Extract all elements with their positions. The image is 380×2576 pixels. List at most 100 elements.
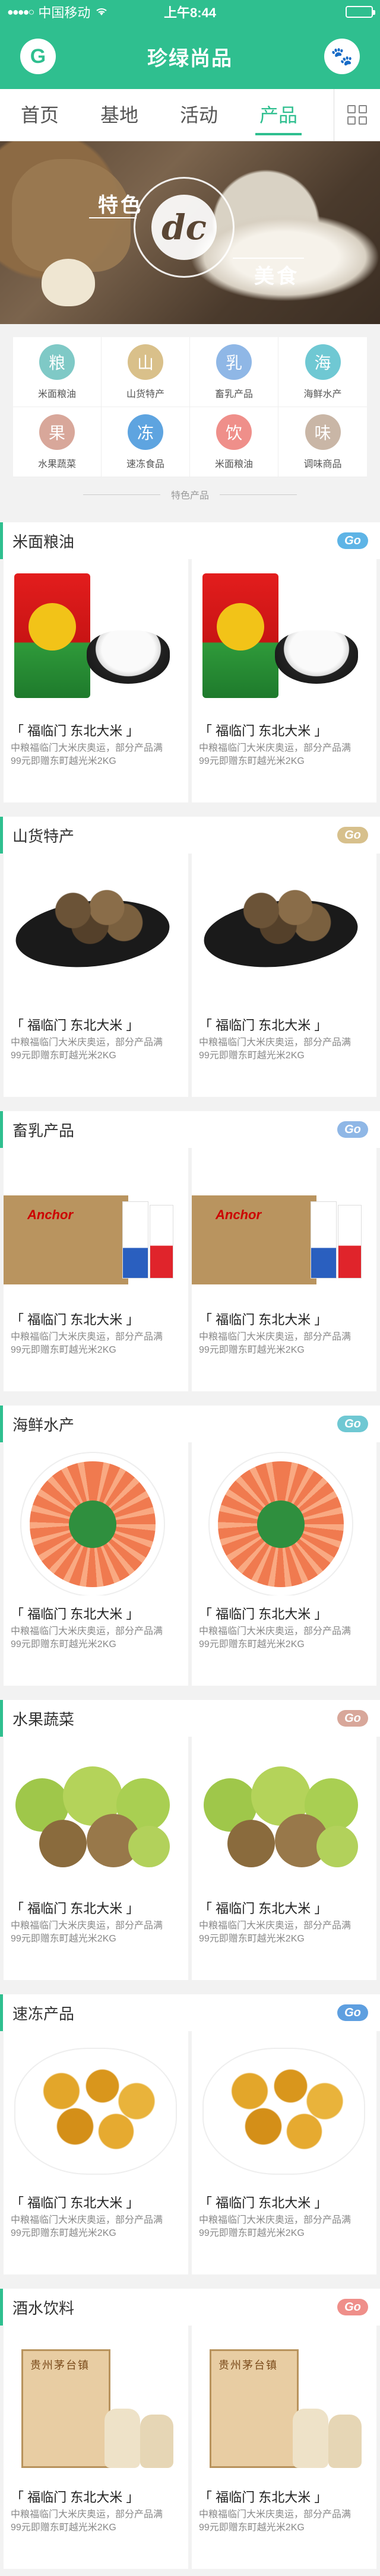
category-icon: 果 [39,414,75,450]
product-image[interactable] [192,1148,376,1301]
product-desc-line: 99元即赠东町越光米2KG [11,1345,116,1355]
product-description: 中粮福临门大米庆奥运，部分产品满 99元即赠东町越光米2KG [4,1920,188,1946]
section-title: 酒水饮料 [12,2299,75,2317]
product-desc-line: 99元即赠东町越光米2KG [11,756,116,766]
product-card[interactable]: 「 福临门 东北大米 」中粮福临门大米庆奥运，部分产品满 99元即赠东町越光米2K… [192,1737,376,1980]
product-sections: 米面粮油 Go 「 福临门 东北大米 」中粮福临门大米庆奥运，部分产品满 99元即赠东… [0,522,380,2572]
product-image[interactable] [4,559,188,712]
product-image[interactable] [4,1442,188,1595]
product-section: 酒水饮料 Go 「 福临门 东北大米 」中粮福临门大米庆奥运，部分产品满 99元即赠东… [0,2289,380,2572]
product-desc-line: 中粮福临门大米庆奥运，部分产品满 [11,1038,163,1048]
go-button[interactable]: Go [337,827,368,843]
product-card[interactable]: 「 福临门 东北大米 」中粮福临门大米庆奥运，部分产品满 99元即赠东町越光米2K… [4,559,188,802]
product-desc-line: 99元即赠东町越光米2KG [11,2228,116,2238]
product-name: 「 福临门 东北大米 」 [11,1607,140,1622]
product-card[interactable]: 「 福临门 东北大米 」中粮福临门大米庆奥运，部分产品满 99元即赠东町越光米2K… [4,2326,188,2569]
garlic-image [42,259,95,306]
product-image[interactable] [192,2031,376,2184]
product-desc-line: 99元即赠东町越光米2KG [11,1051,116,1061]
product-image[interactable] [4,854,188,1007]
category-item[interactable]: 饮米面粮油 [190,407,278,477]
product-description: 中粮福临门大米庆奥运，部分产品满 99元即赠东町越光米2KG [192,1036,376,1062]
product-image[interactable] [192,2326,376,2479]
section-header: 米面粮油 Go [0,522,380,559]
product-card[interactable]: 「 福临门 东北大米 」中粮福临门大米庆奥运，部分产品满 99元即赠东町越光米2K… [4,2031,188,2274]
category-icon: 冻 [128,414,163,450]
product-card[interactable]: 「 福临门 东北大米 」中粮福临门大米庆奥运，部分产品满 99元即赠东町越光米2K… [4,1442,188,1686]
product-card[interactable]: 「 福临门 东北大米 」中粮福临门大米庆奥运，部分产品满 99元即赠东町越光米2K… [4,854,188,1097]
grid-icon [347,105,367,125]
category-item[interactable]: 果水果蔬菜 [13,407,102,477]
product-card[interactable]: 「 福临门 东北大米 」中粮福临门大米庆奥运，部分产品满 99元即赠东町越光米2K… [4,1148,188,1391]
product-card[interactable]: 「 福临门 东北大米 」中粮福临门大米庆奥运，部分产品满 99元即赠东町越光米2K… [192,559,376,802]
product-image[interactable] [192,1737,376,1890]
product-image[interactable] [192,559,376,712]
product-desc-line: 中粮福临门大米庆奥运，部分产品满 [11,1332,163,1342]
logo-icon[interactable]: G [20,39,56,74]
section-title: 速冻产品 [12,2004,75,2023]
go-button[interactable]: Go [337,532,368,549]
category-item[interactable]: 乳畜乳产品 [190,337,278,407]
tab-0[interactable]: 首页 [0,89,80,141]
grid-menu-button[interactable] [334,88,380,141]
product-name: 「 福临门 东北大米 」 [199,1018,328,1033]
product-card[interactable]: 「 福临门 东北大米 」中粮福临门大米庆奥运，部分产品满 99元即赠东町越光米2K… [192,1148,376,1391]
go-button[interactable]: Go [337,2004,368,2021]
clock: 上午8:44 [163,5,217,20]
product-card[interactable]: 「 福临门 东北大米 」中粮福临门大米庆奥运，部分产品满 99元即赠东町越光米2K… [192,2326,376,2569]
product-name: 「 福临门 东北大米 」 [199,2490,328,2505]
carrier-label: 中国移动 [38,5,91,20]
section-header: 海鲜水产 Go [0,1406,380,1442]
category-item[interactable]: 粮米面粮油 [13,337,102,407]
section-header: 畜乳产品 Go [0,1111,380,1148]
product-image[interactable] [4,1737,188,1890]
product-cards: 「 福临门 东北大米 」中粮福临门大米庆奥运，部分产品满 99元即赠东町越光米2K… [0,854,380,1100]
category-label: 畜乳产品 [214,389,253,399]
product-description: 中粮福临门大米庆奥运，部分产品满 99元即赠东町越光米2KG [4,1036,188,1062]
signal-icon: ●●●●○ [7,5,34,18]
product-description: 中粮福临门大米庆奥运，部分产品满 99元即赠东町越光米2KG [192,1331,376,1357]
section-header: 山货特产 Go [0,817,380,854]
hero-banner[interactable]: 特色 dc 美食 [0,141,380,324]
product-card[interactable]: 「 福临门 东北大米 」中粮福临门大米庆奥运，部分产品满 99元即赠东町越光米2K… [192,2031,376,2274]
product-desc-line: 中粮福临门大米庆奥运，部分产品满 [199,743,352,753]
go-button[interactable]: Go [337,2299,368,2315]
product-section: 畜乳产品 Go 「 福临门 东北大米 」中粮福临门大米庆奥运，部分产品满 99元即赠东… [0,1111,380,1395]
paw-icon[interactable]: 🐾 [324,39,360,74]
banner-emblem: dc [134,177,235,278]
product-name: 「 福临门 东北大米 」 [11,1312,140,1327]
product-desc-line: 中粮福临门大米庆奥运，部分产品满 [199,1626,352,1636]
product-desc-line: 99元即赠东町越光米2KG [11,1934,116,1944]
section-title: 水果蔬菜 [12,1710,75,1728]
go-button[interactable]: Go [337,1416,368,1432]
category-item[interactable]: 山山货特产 [102,337,190,407]
category-item[interactable]: 冻速冻食品 [102,407,190,477]
product-image[interactable] [4,1148,188,1301]
product-card[interactable]: 「 福临门 东北大米 」中粮福临门大米庆奥运，部分产品满 99元即赠东町越光米2K… [4,1737,188,1980]
go-button[interactable]: Go [337,1710,368,1727]
wifi-icon [95,4,108,20]
product-card[interactable]: 「 福临门 东北大米 」中粮福临门大米庆奥运，部分产品满 99元即赠东町越光米2K… [192,854,376,1097]
category-icon: 乳 [216,344,252,380]
category-item[interactable]: 味调味商品 [278,407,367,477]
product-image[interactable] [4,2326,188,2479]
product-image[interactable] [192,1442,376,1595]
section-title: 畜乳产品 [12,1121,75,1140]
go-button[interactable]: Go [337,1121,368,1138]
tab-2[interactable]: 活动 [159,89,239,141]
section-header: 速冻产品 Go [0,1994,380,2031]
product-description: 中粮福临门大米庆奥运，部分产品满 99元即赠东町越光米2KG [192,1625,376,1651]
product-image[interactable] [192,854,376,1007]
category-item[interactable]: 海海鲜水产 [278,337,367,407]
product-desc-line: 99元即赠东町越光米2KG [199,2228,305,2238]
product-image[interactable] [4,2031,188,2184]
product-card[interactable]: 「 福临门 东北大米 」中粮福临门大米庆奥运，部分产品满 99元即赠东町越光米2K… [192,1442,376,1686]
product-name: 「 福临门 东北大米 」 [11,1901,140,1916]
tab-1[interactable]: 基地 [80,89,159,141]
featured-label: 特色产品 [170,491,209,501]
section-title: 山货特产 [12,827,75,845]
tab-3[interactable]: 产品 [239,89,318,141]
category-icon: 海 [305,344,341,380]
product-section: 海鲜水产 Go 「 福临门 东北大米 」中粮福临门大米庆奥运，部分产品满 99元即赠东… [0,1406,380,1689]
product-description: 中粮福临门大米庆奥运，部分产品满 99元即赠东町越光米2KG [192,1920,376,1946]
